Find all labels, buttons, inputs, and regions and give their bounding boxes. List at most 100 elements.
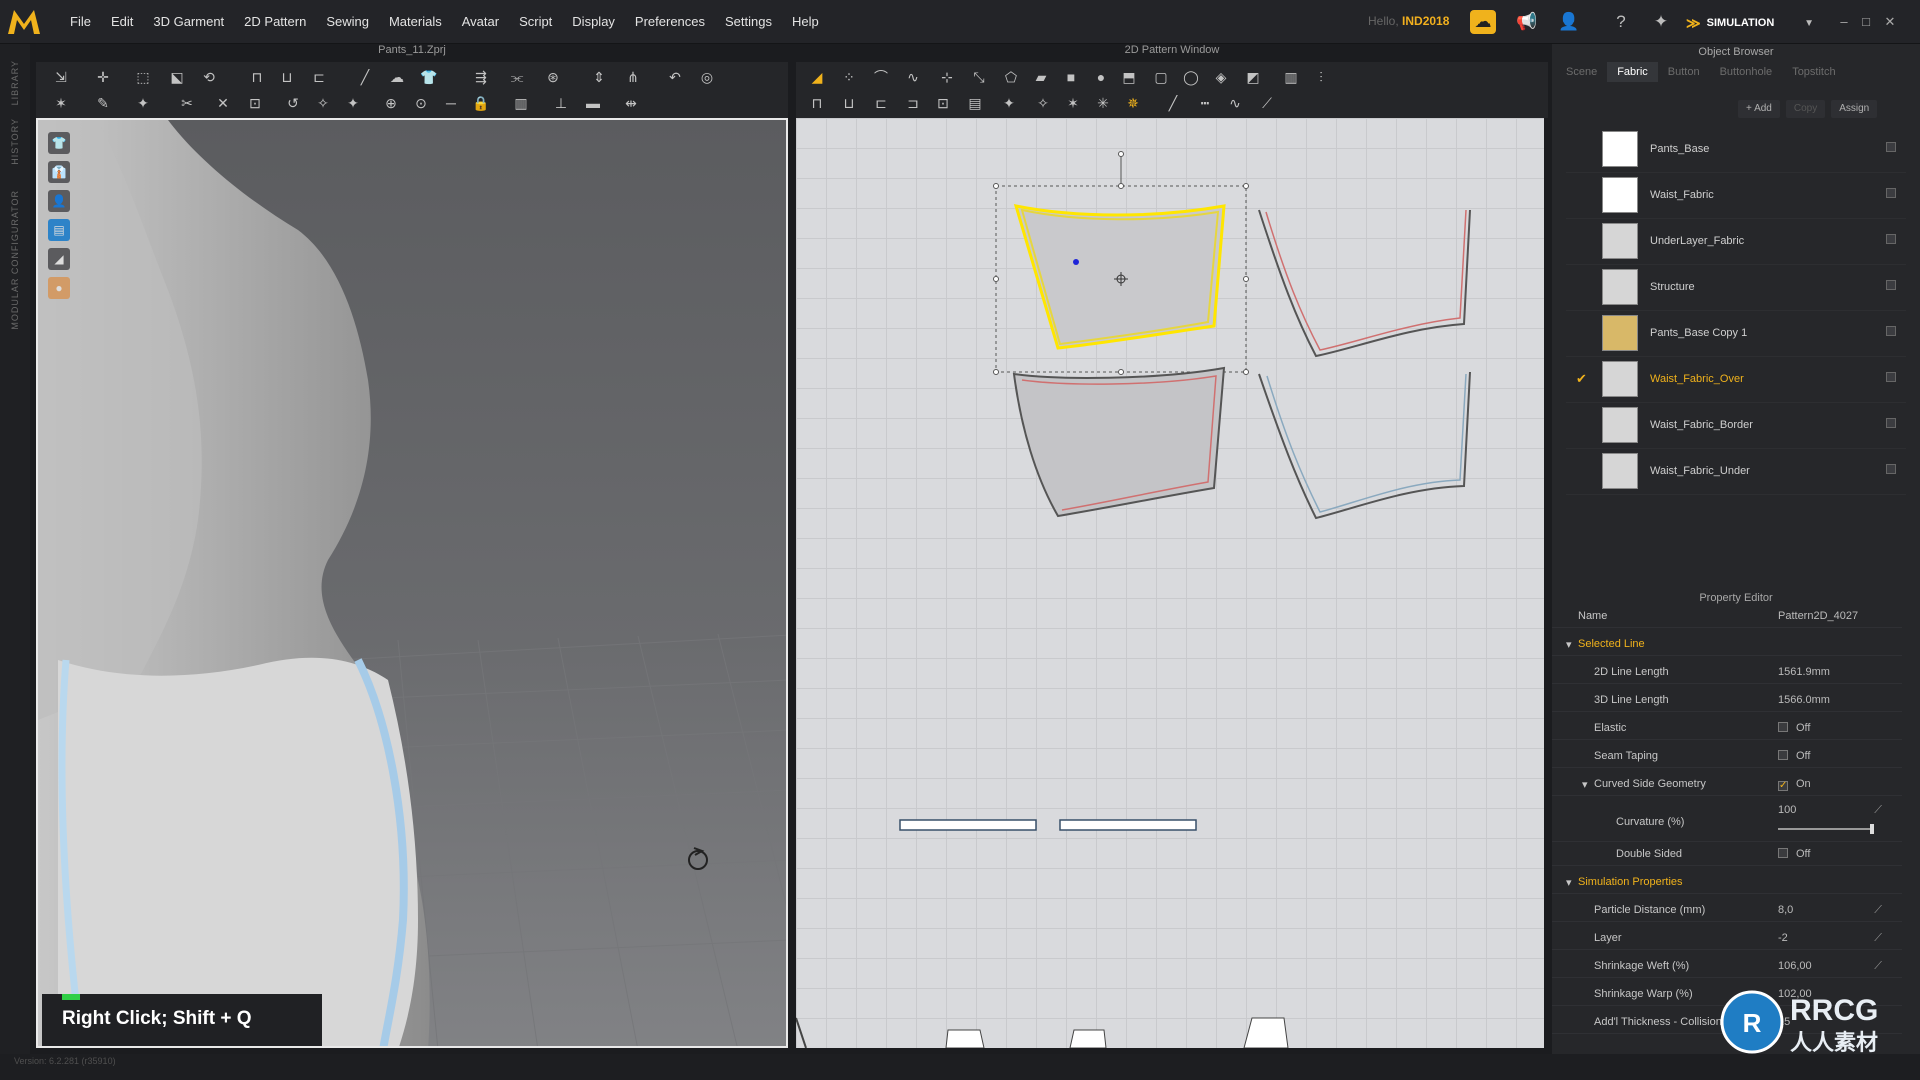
line-icon[interactable]: ─	[440, 92, 462, 114]
expand-icon[interactable]: ▾	[1582, 778, 1588, 791]
sew-icon[interactable]: ⊡	[244, 92, 266, 114]
wave-line-icon[interactable]: ∿	[1224, 92, 1246, 114]
add-point-icon[interactable]: ⊹	[936, 66, 958, 88]
hanger-icon[interactable]: ⋔	[622, 66, 644, 88]
arrangement-icon[interactable]: ⇶	[470, 66, 492, 88]
puckering-icon[interactable]: ▥	[510, 92, 532, 114]
fabric-settings-icon[interactable]	[1886, 280, 1896, 290]
double-sided-checkbox[interactable]	[1778, 848, 1788, 858]
fabric-settings-icon[interactable]	[1886, 326, 1896, 336]
circle-icon[interactable]: ⊙	[410, 92, 432, 114]
fabric-swatch[interactable]	[1602, 315, 1638, 351]
zipper-icon[interactable]: ⫘	[506, 66, 528, 88]
separator-icon[interactable]: ⇹	[620, 92, 642, 114]
fabric-item[interactable]: Pants_Base	[1566, 127, 1906, 173]
pleat-2d-icon[interactable]: ✶	[1062, 92, 1084, 114]
fabric-swatch[interactable]	[1602, 361, 1638, 397]
tab-scene[interactable]: Scene	[1556, 62, 1607, 82]
fabric-item[interactable]: Structure	[1566, 265, 1906, 311]
free-sew-icon[interactable]: ⊔	[838, 92, 860, 114]
figure-icon[interactable]: ✶	[50, 92, 72, 114]
menu-help[interactable]: Help	[782, 0, 829, 44]
edit-texture-icon[interactable]: ✳	[1092, 92, 1114, 114]
prop-sim-header[interactable]: ▾ Simulation Properties	[1552, 872, 1902, 894]
cloud-icon[interactable]: ☁	[1470, 10, 1496, 34]
fabric-item[interactable]: Pants_Base Copy 1	[1566, 311, 1906, 357]
transform-pattern-icon[interactable]: ◢	[806, 66, 828, 88]
fabric-swatch[interactable]	[1602, 177, 1638, 213]
fabric-swatch[interactable]	[1602, 131, 1638, 167]
assign-button[interactable]: Assign	[1831, 100, 1878, 118]
menu-preferences[interactable]: Preferences	[625, 0, 715, 44]
pin-icon[interactable]: ⟋	[1874, 804, 1882, 817]
seam-taping-checkbox[interactable]	[1778, 750, 1788, 760]
trace-icon[interactable]: ◩	[1242, 66, 1264, 88]
fabric-item[interactable]: Waist_Fabric_Border	[1566, 403, 1906, 449]
menu-3d-garment[interactable]: 3D Garment	[143, 0, 234, 44]
avatar-render[interactable]	[38, 120, 788, 1048]
ruler-icon[interactable]: ╱	[1162, 92, 1184, 114]
maximize-icon[interactable]: □	[1858, 14, 1874, 30]
mode-dropdown[interactable]: ≫ SIMULATION ▼	[1686, 10, 1814, 36]
cut-pattern-icon[interactable]: ⤡	[968, 66, 990, 88]
prop-name-value[interactable]: Pattern2D_4027	[1778, 610, 1858, 622]
fabric-settings-icon[interactable]	[1886, 234, 1896, 244]
texture-toggle-icon[interactable]: ▤	[48, 219, 70, 241]
menu-2d-pattern[interactable]: 2D Pattern	[234, 0, 316, 44]
pleat-icon[interactable]: ⊕	[380, 92, 402, 114]
fabric-swatch[interactable]	[1602, 223, 1638, 259]
menu-file[interactable]: File	[60, 0, 101, 44]
add-button[interactable]: + Add	[1738, 100, 1780, 118]
edit-pose-icon[interactable]: ✎	[92, 92, 114, 114]
fold-icon[interactable]: ⟲	[198, 66, 220, 88]
fabric-swatch[interactable]	[1602, 407, 1638, 443]
wireframe-icon[interactable]: ◢	[48, 248, 70, 270]
layout-icon[interactable]: ⫶	[1310, 66, 1332, 88]
copy-button[interactable]: Copy	[1785, 100, 1826, 118]
rope-icon[interactable]: ◎	[696, 66, 718, 88]
dart-icon[interactable]: ◈	[1210, 66, 1232, 88]
flat-icon[interactable]: ▬	[582, 92, 604, 114]
fabric-settings-icon[interactable]	[1886, 372, 1896, 382]
menu-script[interactable]: Script	[509, 0, 562, 44]
fabric-settings-icon[interactable]	[1886, 188, 1896, 198]
close-icon[interactable]: ✕	[1882, 14, 1898, 30]
internal-polygon-icon[interactable]: ⬒	[1118, 66, 1140, 88]
fabric-settings-icon[interactable]	[1886, 464, 1896, 474]
lock-icon[interactable]: 🔒	[470, 92, 492, 114]
folder-icon[interactable]: ▰	[1030, 66, 1052, 88]
skin-toggle-icon[interactable]: ●	[48, 277, 70, 299]
menu-edit[interactable]: Edit	[101, 0, 143, 44]
history-tab[interactable]: HISTORY	[10, 118, 20, 165]
check-sew-icon[interactable]: ⊐	[902, 92, 924, 114]
lasso-icon[interactable]: ↶	[664, 66, 686, 88]
pin-icon[interactable]: ⊓	[246, 66, 268, 88]
tab-button[interactable]: Button	[1658, 62, 1710, 82]
transform-icon[interactable]: ✛	[92, 66, 114, 88]
draw-icon[interactable]: ╱	[354, 66, 376, 88]
prop-selected-line-header[interactable]: ▾ Selected Line	[1552, 634, 1902, 656]
grading-icon[interactable]: ▥	[1280, 66, 1302, 88]
prop-2d-length-value[interactable]: 1561.9mm	[1778, 666, 1830, 678]
curvature-value[interactable]: 100	[1778, 804, 1796, 816]
shirt-front-icon[interactable]: 👕	[48, 132, 70, 154]
graphic-icon[interactable]: ✵	[1122, 92, 1144, 114]
edit-curvature-icon[interactable]: ⌒	[870, 66, 892, 88]
curvature-slider[interactable]	[1778, 824, 1874, 834]
library-tab[interactable]: LIBRARY	[10, 60, 20, 105]
elastic-checkbox[interactable]	[1778, 722, 1788, 732]
sewing-length-icon[interactable]: ⊡	[932, 92, 954, 114]
shirt-back-icon[interactable]: 👔	[48, 161, 70, 183]
garment-fit-icon[interactable]: 👕	[418, 66, 440, 88]
steam-icon[interactable]: ☁	[386, 66, 408, 88]
fabric-item[interactable]: ✔ Waist_Fabric_Over	[1566, 357, 1906, 403]
dash-line-icon[interactable]: ┅	[1194, 92, 1216, 114]
seam-icon[interactable]: ↺	[282, 92, 304, 114]
modular-configurator-tab[interactable]: MODULAR CONFIGURATOR	[10, 190, 20, 330]
multi-sew-icon[interactable]: ⊏	[870, 92, 892, 114]
pattern-pieces[interactable]	[796, 118, 1544, 1048]
fabric-item[interactable]: Waist_Fabric_Under	[1566, 449, 1906, 495]
topstitch-icon[interactable]: ▤	[964, 92, 986, 114]
view2d-canvas[interactable]	[796, 118, 1544, 1048]
pin-icon[interactable]: ⟋	[1874, 932, 1882, 945]
